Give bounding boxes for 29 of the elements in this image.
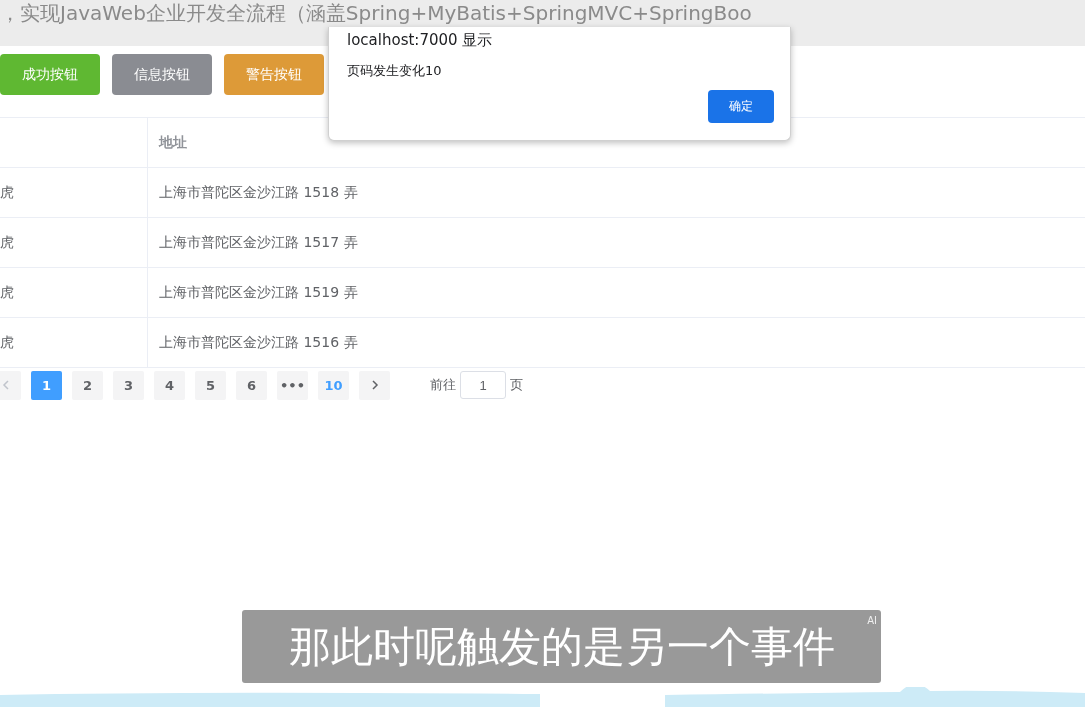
subtitle: 那此时呢触发的是另一个事件 — [288, 620, 835, 673]
video-title: ，实现JavaWeb企业开发全流程（涵盖Spring+MyBatis+SpringMVC+SpringBoo — [0, 0, 752, 25]
page-button[interactable]: 6 — [236, 370, 267, 400]
next-page-button[interactable] — [359, 370, 390, 400]
table-cell: 上海市普陀区金沙江路 1518 弄 — [159, 183, 358, 200]
chevron-left-icon — [1, 380, 10, 390]
page-button[interactable]: 2 — [72, 370, 103, 400]
goto-label: 前往 — [430, 376, 456, 394]
chevron-right-icon — [370, 380, 379, 390]
dialog-title: localhost:7000 显示 — [347, 31, 494, 50]
previous-page-button[interactable] — [0, 370, 21, 400]
table-cell: 上海市普陀区金沙江路 1519 弄 — [159, 283, 358, 300]
page-input[interactable]: 1 — [460, 371, 506, 399]
ok-button[interactable]: 确定 — [708, 90, 774, 123]
page-button[interactable]: 3 — [113, 370, 144, 400]
page-button[interactable]: 5 — [195, 370, 226, 400]
column-header: 地址 — [159, 133, 187, 150]
table-cell: 虎 — [0, 283, 14, 302]
table-cell: 上海市普陀区金沙江路 1517 弄 — [159, 233, 358, 250]
ai-label: AI — [867, 615, 877, 626]
table-cell: 上海市普陀区金沙江路 1516 弄 — [159, 333, 358, 350]
dialog-message: 页码发生变化10 — [347, 62, 443, 80]
page-suffix: 页 — [510, 376, 523, 394]
table-cell: 虎 — [0, 233, 14, 252]
action-button[interactable]: 信息按钮 — [112, 54, 212, 95]
page-button[interactable]: 4 — [154, 370, 185, 400]
table-cell: 虎 — [0, 333, 14, 352]
more-pages-button[interactable]: ••• — [277, 370, 308, 400]
table-cell: 虎 — [0, 183, 14, 202]
